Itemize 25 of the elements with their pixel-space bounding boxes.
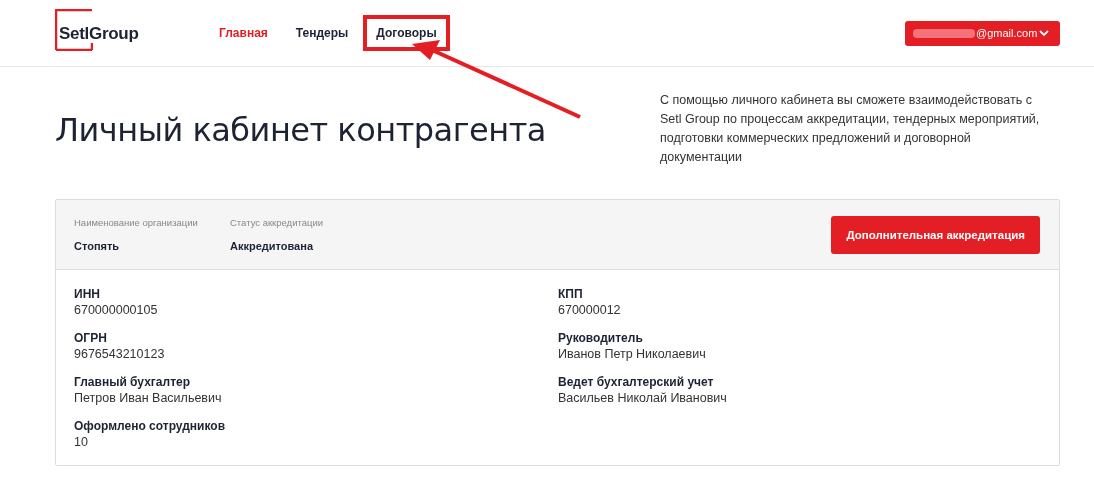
page-title: Личный кабинет контрагента (55, 111, 546, 151)
accreditation-button[interactable]: Дополнительная аккредитация (831, 215, 1040, 254)
field-value: Васильев Николай Иванович (558, 391, 728, 405)
field-value: Петров Иван Васильевич (74, 391, 223, 405)
nav-link[interactable]: Главная (206, 15, 281, 51)
field-label: Статус аккредитации (230, 217, 324, 228)
field-value: Иванов Петр Николаевич (558, 347, 707, 361)
field-label: ОГРН (74, 331, 108, 345)
field-label: ИНН (74, 287, 101, 301)
field-value: 670000000105 (74, 303, 159, 317)
field-value: 670000012 (558, 303, 622, 317)
field-value: 9676543210123 (74, 347, 166, 361)
chevron-down-icon (1038, 29, 1050, 37)
field-label: Ведет бухгалтерский учет (558, 375, 715, 389)
field-value: Аккредитована (230, 240, 315, 252)
field-label: Руководитель (558, 331, 644, 345)
field-label: Наименование организации (74, 217, 199, 228)
field-label: КПП (558, 287, 584, 301)
field-value: Стопять (74, 240, 121, 252)
nav-link[interactable]: Тендеры (282, 15, 362, 51)
account-menu-button[interactable]: @gmail.com (905, 20, 1060, 46)
intro-text: С помощью личного кабинета вы сможете взаимодействовать с Setl Group по процессам аккредитации, тендерных мероприятий, подготовки коммерческих предложений и договорной документации (660, 92, 1041, 166)
field-label: Главный бухгалтер (74, 375, 191, 389)
field-label: Оформлено сотрудников (74, 419, 227, 433)
field-value: 10 (74, 435, 89, 449)
